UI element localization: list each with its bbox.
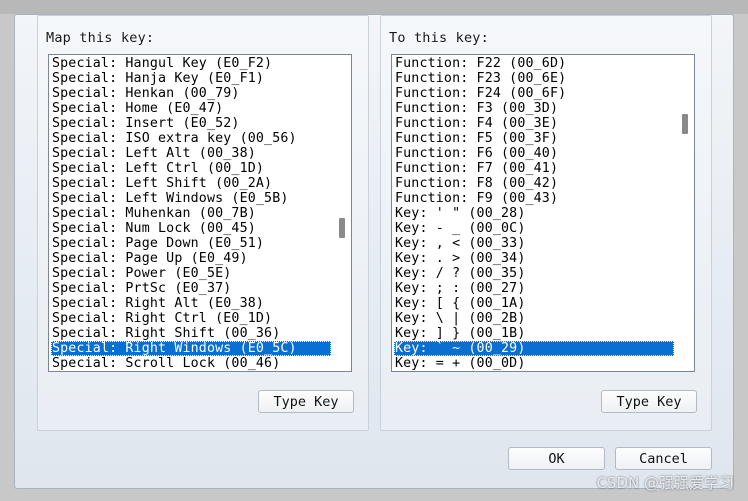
list-item[interactable]: Key: ' " (00_28) bbox=[394, 206, 674, 221]
list-item[interactable]: Function: F5 (00_3F) bbox=[394, 131, 674, 146]
source-key-items: Special: Hangul Key (E0_F2) Special: Hanj… bbox=[51, 56, 331, 371]
list-item[interactable]: Key: - _ (00_0C) bbox=[394, 221, 674, 236]
list-item[interactable]: Key: . > (00_34) bbox=[394, 251, 674, 266]
list-item[interactable]: Function: F9 (00_43) bbox=[394, 191, 674, 206]
list-item[interactable]: Special: PrtSc (E0_37) bbox=[51, 281, 331, 296]
list-item[interactable]: Function: F24 (00_6F) bbox=[394, 86, 674, 101]
list-item[interactable]: Key: ; : (00_27) bbox=[394, 281, 674, 296]
target-key-scrollbar[interactable] bbox=[676, 55, 694, 371]
list-item[interactable]: Special: Henkan (00_79) bbox=[51, 86, 331, 101]
list-item[interactable]: Function: F3 (00_3D) bbox=[394, 101, 674, 116]
list-item[interactable]: Special: Left Windows (E0_5B) bbox=[51, 191, 331, 206]
source-key-listbox[interactable]: Special: Hangul Key (E0_F2) Special: Hanj… bbox=[48, 54, 352, 372]
target-key-items: Function: F22 (00_6D) Function: F23 (00_6… bbox=[394, 56, 674, 371]
source-type-key-button[interactable]: Type Key bbox=[258, 390, 354, 413]
list-item[interactable]: Function: F4 (00_3E) bbox=[394, 116, 674, 131]
ok-button[interactable]: OK bbox=[508, 447, 605, 470]
list-item[interactable]: Key: \ | (00_2B) bbox=[394, 311, 674, 326]
map-target-group: To this key: Function: F22 (00_6D) Functi… bbox=[380, 15, 712, 431]
target-key-listbox[interactable]: Function: F22 (00_6D) Function: F23 (00_6… bbox=[391, 54, 695, 372]
target-type-key-button[interactable]: Type Key bbox=[601, 390, 697, 413]
selected-list-item[interactable]: Special: Right Windows (E0_5C) bbox=[51, 341, 331, 356]
csdn-watermark: CSDN @强强爱学习 bbox=[596, 474, 734, 492]
list-item[interactable]: Function: F22 (00_6D) bbox=[394, 56, 674, 71]
list-item[interactable]: Special: ISO extra key (00_56) bbox=[51, 131, 331, 146]
selected-list-item[interactable]: Key: ` ~ (00_29) bbox=[394, 341, 674, 356]
list-item[interactable]: Function: F7 (00_41) bbox=[394, 161, 674, 176]
list-item[interactable]: Function: F23 (00_6E) bbox=[394, 71, 674, 86]
remap-key-dialog: Map this key: Special: Hangul Key (E0_F2… bbox=[14, 14, 734, 489]
to-this-key-label: To this key: bbox=[389, 30, 489, 46]
source-key-scroll-thumb[interactable] bbox=[339, 218, 345, 238]
list-item[interactable]: Key: , < (00_33) bbox=[394, 236, 674, 251]
list-item[interactable]: Special: Home (E0_47) bbox=[51, 101, 331, 116]
list-item[interactable]: Special: Right Ctrl (E0_1D) bbox=[51, 311, 331, 326]
list-item[interactable]: Special: Right Alt (E0_38) bbox=[51, 296, 331, 311]
target-key-scroll-thumb[interactable] bbox=[682, 114, 688, 134]
list-item[interactable]: Key: ] } (00_1B) bbox=[394, 326, 674, 341]
list-item[interactable]: Special: Power (E0_5E) bbox=[51, 266, 331, 281]
list-item[interactable]: Special: Left Alt (00_38) bbox=[51, 146, 331, 161]
map-this-key-label: Map this key: bbox=[46, 30, 155, 46]
list-item[interactable]: Special: Hanja Key (E0_F1) bbox=[51, 71, 331, 86]
list-item[interactable]: Special: Page Down (E0_51) bbox=[51, 236, 331, 251]
map-source-group: Map this key: Special: Hangul Key (E0_F2… bbox=[37, 15, 369, 431]
list-item[interactable]: Special: Page Up (E0_49) bbox=[51, 251, 331, 266]
list-item[interactable]: Special: Right Shift (00_36) bbox=[51, 326, 331, 341]
list-item[interactable]: Key: = + (00_0D) bbox=[394, 356, 674, 371]
list-item[interactable]: Special: Hangul Key (E0_F2) bbox=[51, 56, 331, 71]
list-item[interactable]: Function: F8 (00_42) bbox=[394, 176, 674, 191]
list-item[interactable]: Special: Scroll Lock (00_46) bbox=[51, 356, 331, 371]
list-item[interactable]: Special: Left Shift (00_2A) bbox=[51, 176, 331, 191]
window-top-strip bbox=[0, 0, 748, 14]
list-item[interactable]: Key: / ? (00_35) bbox=[394, 266, 674, 281]
list-item[interactable]: Key: [ { (00_1A) bbox=[394, 296, 674, 311]
list-item[interactable]: Special: Muhenkan (00_7B) bbox=[51, 206, 331, 221]
list-item[interactable]: Special: Num Lock (00_45) bbox=[51, 221, 331, 236]
list-item[interactable]: Function: F6 (00_40) bbox=[394, 146, 674, 161]
list-item[interactable]: Special: Insert (E0_52) bbox=[51, 116, 331, 131]
list-item[interactable]: Special: Left Ctrl (00_1D) bbox=[51, 161, 331, 176]
source-key-scrollbar[interactable] bbox=[333, 55, 351, 371]
cancel-button[interactable]: Cancel bbox=[615, 447, 712, 470]
